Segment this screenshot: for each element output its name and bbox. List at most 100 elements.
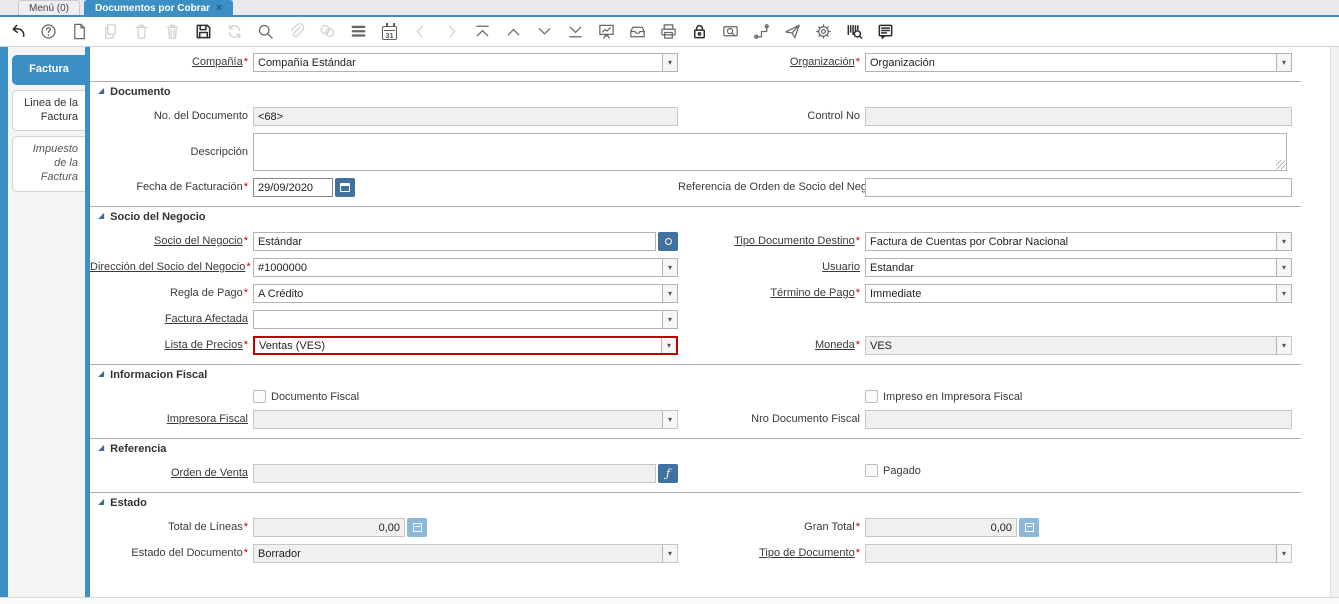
next-sequence-icon[interactable]	[441, 21, 462, 42]
chevron-down-icon[interactable]: ▾	[1276, 233, 1291, 250]
tipo-documento-link[interactable]: Tipo de Documento	[759, 547, 855, 559]
delete-record-icon[interactable]	[131, 21, 152, 42]
section-estado[interactable]: ◢ Estado	[90, 492, 1301, 511]
regla-pago-select[interactable]: A Crédito ▾	[253, 284, 678, 303]
checkbox-icon[interactable]	[253, 390, 266, 403]
section-informacion-fiscal[interactable]: ◢ Informacion Fiscal	[90, 364, 1301, 383]
refresh-icon[interactable]	[224, 21, 245, 42]
workflow-icon[interactable]	[751, 21, 772, 42]
chevron-down-icon[interactable]: ▾	[662, 54, 677, 71]
attachment-icon[interactable]	[286, 21, 307, 42]
record-tab-strip: Factura Linea de la Factura Impuesto de …	[8, 47, 85, 597]
compania-link[interactable]: Compañía	[192, 56, 243, 68]
organizacion-select[interactable]: Organización ▾	[865, 53, 1292, 72]
descripcion-textarea[interactable]	[253, 133, 1287, 171]
close-icon[interactable]: ×	[216, 3, 222, 14]
usuario-select[interactable]: Estandar ▾	[865, 258, 1292, 277]
save-icon[interactable]	[193, 21, 214, 42]
calculator-button[interactable]	[407, 518, 427, 537]
referencia-orden-input[interactable]	[865, 178, 1292, 197]
socio-negocio-input[interactable]: Estándar	[253, 232, 656, 251]
lock-icon[interactable]	[689, 21, 710, 42]
tab-linea-de-la-factura[interactable]: Linea de la Factura	[12, 89, 85, 132]
tab-documentos-por-cobrar[interactable]: Documentos por Cobrar ×	[84, 0, 234, 15]
comments-icon[interactable]	[875, 21, 896, 42]
copy-record-icon[interactable]	[100, 21, 121, 42]
find-icon[interactable]	[255, 21, 276, 42]
new-record-icon[interactable]	[69, 21, 90, 42]
regla-pago-label: Regla de Pago*	[169, 287, 248, 299]
chevron-down-icon[interactable]: ▾	[661, 338, 676, 353]
chevron-down-icon[interactable]: ▾	[1276, 545, 1291, 562]
last-record-icon[interactable]	[565, 21, 586, 42]
direccion-socio-select[interactable]: #1000000 ▾	[253, 258, 678, 277]
next-record-icon[interactable]	[534, 21, 555, 42]
send-request-icon[interactable]	[782, 21, 803, 42]
vertical-scrollbar[interactable]	[1330, 47, 1339, 597]
calendar-picker-button[interactable]	[335, 178, 355, 197]
moneda-link[interactable]: Moneda	[815, 339, 855, 351]
tab-impuesto-de-la-factura[interactable]: Impuesto de la Factura	[12, 136, 85, 192]
calendar-icon[interactable]: 31	[379, 21, 400, 42]
first-record-icon[interactable]	[472, 21, 493, 42]
factura-afectada-select[interactable]: ▾	[253, 310, 678, 329]
documento-fiscal-checkbox[interactable]: Documento Fiscal	[253, 390, 359, 403]
factura-afectada-link[interactable]: Factura Afectada	[165, 313, 248, 325]
pagado-checkbox[interactable]: Pagado	[865, 464, 921, 477]
chevron-down-icon[interactable]: ▾	[662, 411, 677, 428]
tab-menu[interactable]: Menú (0)	[18, 0, 81, 15]
usuario-link[interactable]: Usuario	[822, 261, 860, 273]
calculator-button[interactable]	[1019, 518, 1039, 537]
chevron-down-icon[interactable]: ▾	[1276, 259, 1291, 276]
product-info-icon[interactable]	[844, 21, 865, 42]
chevron-down-icon[interactable]: ▾	[1276, 54, 1291, 71]
usuario-label: Usuario	[678, 258, 865, 277]
delete-selection-icon[interactable]	[162, 21, 183, 42]
tab-factura[interactable]: Factura	[12, 55, 85, 85]
previous-record-icon[interactable]	[503, 21, 524, 42]
checkbox-icon[interactable]	[865, 464, 878, 477]
chevron-down-icon[interactable]: ▾	[1276, 285, 1291, 302]
tipo-doc-destino-link[interactable]: Tipo Documento Destino	[734, 235, 855, 247]
tipo-documento-select[interactable]: ▾	[865, 544, 1292, 563]
termino-pago-select[interactable]: Immediate ▾	[865, 284, 1292, 303]
lista-precios-link[interactable]: Lista de Precios	[164, 339, 242, 351]
section-documento[interactable]: ◢ Documento	[90, 81, 1301, 100]
chat-icon[interactable]	[317, 21, 338, 42]
zoom-record-icon: ƒ	[665, 467, 671, 480]
grid-toggle-icon[interactable]	[348, 21, 369, 42]
chevron-down-icon[interactable]: ▾	[1276, 337, 1291, 354]
impresora-fiscal-link[interactable]: Impresora Fiscal	[167, 413, 248, 425]
checkbox-icon[interactable]	[865, 390, 878, 403]
chevron-down-icon[interactable]: ▾	[662, 545, 677, 562]
moneda-select[interactable]: VES ▾	[865, 336, 1292, 355]
report-icon[interactable]	[596, 21, 617, 42]
impresora-fiscal-select[interactable]: ▾	[253, 410, 678, 429]
chevron-down-icon[interactable]: ▾	[662, 259, 677, 276]
compania-select[interactable]: Compañía Estándar ▾	[253, 53, 678, 72]
orden-venta-field[interactable]	[253, 464, 656, 483]
direccion-socio-link[interactable]: Dirección del Socio del Negocio	[90, 261, 245, 273]
impreso-impresora-fiscal-checkbox[interactable]: Impreso en Impresora Fiscal	[865, 390, 1022, 403]
chevron-down-icon[interactable]: ▾	[662, 311, 677, 328]
section-socio-del-negocio[interactable]: ◢ Socio del Negocio	[90, 206, 1301, 225]
termino-pago-link[interactable]: Término de Pago	[770, 287, 854, 299]
record-info-button[interactable]	[658, 232, 678, 251]
orden-venta-link[interactable]: Orden de Venta	[171, 467, 248, 479]
previous-sequence-icon[interactable]	[410, 21, 431, 42]
help-icon[interactable]	[38, 21, 59, 42]
estado-documento-select[interactable]: Borrador ▾	[253, 544, 678, 563]
undo-icon[interactable]	[7, 21, 28, 42]
print-icon[interactable]	[658, 21, 679, 42]
section-referencia[interactable]: ◢ Referencia	[90, 438, 1301, 457]
archive-icon[interactable]	[627, 21, 648, 42]
zoom-record-button[interactable]: ƒ	[658, 464, 678, 483]
socio-negocio-link[interactable]: Socio del Negocio	[154, 235, 243, 247]
zoom-across-icon[interactable]	[720, 21, 741, 42]
chevron-down-icon[interactable]: ▾	[662, 285, 677, 302]
lista-precios-select[interactable]: Ventas (VES) ▾	[253, 336, 678, 355]
preferences-icon[interactable]	[813, 21, 834, 42]
tipo-doc-destino-select[interactable]: Factura de Cuentas por Cobrar Nacional ▾	[865, 232, 1292, 251]
organizacion-link[interactable]: Organización	[790, 56, 855, 68]
fecha-facturacion-input[interactable]: 29/09/2020	[253, 178, 333, 197]
